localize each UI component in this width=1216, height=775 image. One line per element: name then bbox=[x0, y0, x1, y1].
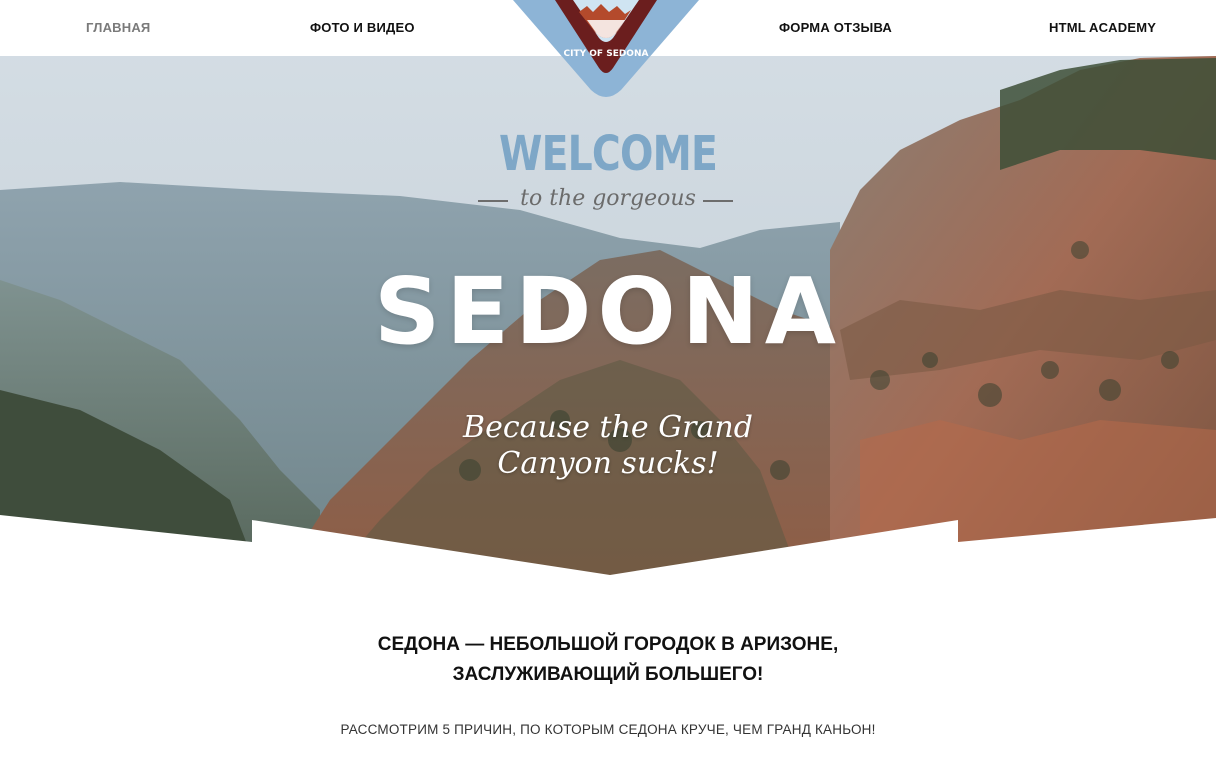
city-logo[interactable]: CITY OF SEDONA bbox=[513, 0, 699, 98]
seal-text: CITY OF SEDONA bbox=[564, 49, 649, 59]
hero-bottom-cut bbox=[0, 515, 1216, 578]
slogan-line-2: Canyon sucks! bbox=[497, 446, 719, 481]
intro-heading-line-1: СЕДОНА — НЕБОЛЬШОЙ ГОРОДОК В АРИЗОНЕ, bbox=[377, 634, 839, 655]
welcome-heading: WELCOME bbox=[498, 126, 718, 182]
nav-item-html-academy[interactable]: HTML ACADEMY bbox=[1049, 20, 1156, 35]
nav-item-home[interactable]: ГЛАВНАЯ bbox=[86, 20, 150, 35]
intro-subtitle: РАССМОТРИМ 5 ПРИЧИН, ПО КОТОРЫМ СЕДОНА К… bbox=[340, 722, 876, 737]
slogan-line-1: Because the Grand bbox=[463, 410, 753, 445]
hero-title: SEDONA bbox=[374, 258, 842, 365]
gorgeous-row: to the gorgeous bbox=[0, 186, 1216, 216]
nav-item-feedback-form[interactable]: ФОРМА ОТЗЫВА bbox=[779, 20, 892, 35]
hero-slogan: Because the Grand Canyon sucks! bbox=[0, 410, 1216, 482]
nav-item-photo-video[interactable]: ФОТО И ВИДЕО bbox=[310, 20, 415, 35]
city-of-sedona-seal-icon: CITY OF SEDONA bbox=[513, 0, 699, 97]
intro-heading: СЕДОНА — НЕБОЛЬШОЙ ГОРОДОК В АРИЗОНЕ, ЗА… bbox=[0, 630, 1216, 690]
gorgeous-subheading: to the gorgeous bbox=[520, 186, 696, 211]
right-dash bbox=[703, 200, 733, 202]
intro-heading-line-2: ЗАСЛУЖИВАЮЩИЙ БОЛЬШЕГО! bbox=[452, 664, 764, 685]
